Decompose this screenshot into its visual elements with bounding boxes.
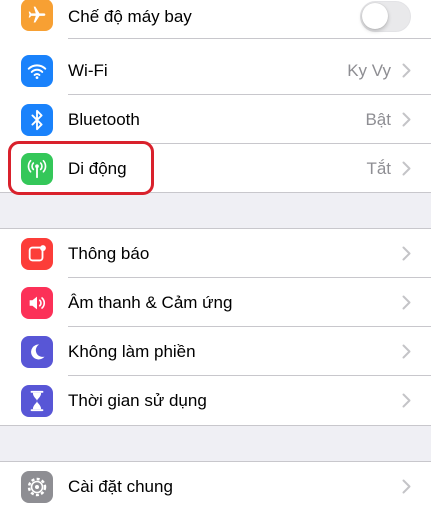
cellular-value: Tắt — [366, 159, 391, 178]
chevron-right-icon — [402, 393, 411, 408]
bluetooth-value: Bật — [365, 110, 391, 129]
airplane-mode-label: Chế độ máy bay — [68, 7, 192, 26]
screen-time-label: Thời gian sử dụng — [68, 391, 207, 410]
settings-group-notifications: Thông báo Âm thanh & Cảm ứng Không làm p… — [0, 228, 431, 426]
chevron-right-icon — [402, 246, 411, 261]
notifications-icon — [21, 238, 53, 270]
chevron-right-icon — [402, 344, 411, 359]
settings-row-sounds[interactable]: Âm thanh & Cảm ứng — [0, 278, 431, 327]
settings-row-notifications[interactable]: Thông báo — [0, 229, 431, 278]
chevron-right-icon — [402, 479, 411, 494]
wifi-value: Ky Vy — [347, 61, 391, 80]
airplane-mode-toggle[interactable] — [360, 1, 411, 32]
moon-icon — [21, 336, 53, 368]
settings-row-screen-time[interactable]: Thời gian sử dụng — [0, 376, 431, 425]
bluetooth-label: Bluetooth — [68, 110, 140, 129]
settings-row-wifi[interactable]: Wi-Fi Ky Vy — [0, 46, 431, 95]
speaker-icon — [21, 287, 53, 319]
highlight-box — [8, 141, 154, 195]
bluetooth-icon — [21, 104, 53, 136]
wifi-label: Wi-Fi — [68, 61, 108, 80]
sounds-label: Âm thanh & Cảm ứng — [68, 293, 233, 312]
notifications-label: Thông báo — [68, 244, 150, 263]
settings-row-do-not-disturb[interactable]: Không làm phiền — [0, 327, 431, 376]
chevron-right-icon — [402, 161, 411, 176]
row-separator — [68, 38, 431, 39]
gear-icon — [21, 471, 53, 503]
chevron-right-icon — [402, 112, 411, 127]
wifi-icon — [21, 55, 53, 87]
settings-group-general: Cài đặt chung — [0, 461, 431, 521]
chevron-right-icon — [402, 295, 411, 310]
do-not-disturb-label: Không làm phiền — [68, 342, 196, 361]
settings-row-bluetooth[interactable]: Bluetooth Bật — [0, 95, 431, 144]
chevron-right-icon — [402, 63, 411, 78]
toggle-knob — [362, 3, 388, 29]
settings-row-general[interactable]: Cài đặt chung — [0, 462, 431, 511]
general-label: Cài đặt chung — [68, 477, 173, 496]
hourglass-icon — [21, 385, 53, 417]
airplane-icon — [21, 0, 53, 31]
settings-row-airplane-mode[interactable]: Chế độ máy bay — [0, 0, 431, 39]
